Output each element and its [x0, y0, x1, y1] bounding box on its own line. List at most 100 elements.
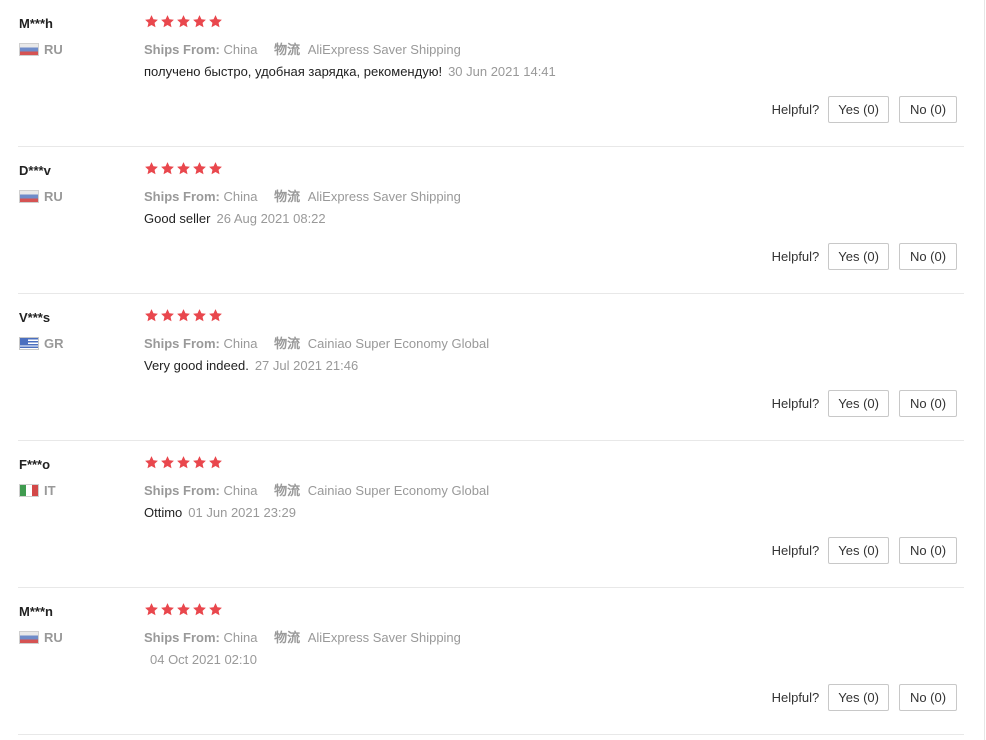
- logistics-label: 物流: [274, 189, 301, 204]
- review-feedback: 04 Oct 2021 02:10: [144, 652, 257, 667]
- review-text: Good seller: [144, 211, 211, 226]
- review-date: 01 Jun 2021 23:29: [188, 505, 297, 520]
- star-icon: [177, 162, 190, 175]
- shipping-info: Ships From: China 物流 AliExpress Saver Sh…: [144, 627, 461, 646]
- no-vote-button[interactable]: No (0): [899, 96, 957, 123]
- helpful-label: Helpful?: [771, 249, 820, 264]
- russia-flag-icon: [19, 42, 39, 56]
- ships-from-label: Ships From:: [144, 42, 220, 57]
- review-date: 30 Jun 2021 14:41: [448, 64, 556, 79]
- logistics-label: 物流: [274, 483, 301, 498]
- italy-flag-icon: [19, 483, 39, 497]
- review-item: F***o IT Ships From: China 物流 Cainiao Su…: [0, 441, 964, 588]
- review-feedback: Very good indeed. 27 Jul 2021 21:46: [144, 358, 358, 373]
- helpful-label: Helpful?: [771, 102, 820, 117]
- yes-vote-button[interactable]: Yes (0): [828, 537, 889, 564]
- star-icon: [209, 603, 222, 616]
- review-item: D***v RU Ships From: China 物流 AliExpress…: [0, 147, 964, 294]
- helpful-vote: Helpful? Yes (0) No (0): [772, 96, 957, 123]
- reviewer-country: GR: [19, 335, 64, 351]
- helpful-vote: Helpful? Yes (0) No (0): [772, 390, 957, 417]
- panel-right-border: [984, 0, 985, 740]
- ships-from-label: Ships From:: [144, 630, 220, 645]
- logistics-value: AliExpress Saver Shipping: [307, 42, 461, 57]
- yes-vote-button[interactable]: Yes (0): [828, 243, 889, 270]
- review-date: 26 Aug 2021 08:22: [216, 211, 326, 226]
- star-icon: [145, 309, 158, 322]
- star-icon: [193, 456, 206, 469]
- logistics-value: AliExpress Saver Shipping: [307, 189, 461, 204]
- no-vote-button[interactable]: No (0): [899, 537, 957, 564]
- star-icon: [145, 456, 158, 469]
- star-icon: [161, 309, 174, 322]
- ships-from-value: China: [223, 189, 258, 204]
- star-icon: [145, 603, 158, 616]
- russia-flag-icon: [19, 189, 39, 203]
- logistics-value: Cainiao Super Economy Global: [307, 483, 490, 498]
- country-code: IT: [44, 482, 56, 498]
- review-item: M***n RU Ships From: China 物流 AliExpress…: [0, 588, 964, 735]
- star-icon: [161, 15, 174, 28]
- logistics-value: AliExpress Saver Shipping: [307, 630, 461, 645]
- reviewer-name: V***s: [19, 310, 51, 325]
- country-code: RU: [44, 41, 63, 57]
- shipping-info: Ships From: China 物流 AliExpress Saver Sh…: [144, 186, 461, 205]
- shipping-info: Ships From: China 物流 AliExpress Saver Sh…: [144, 39, 461, 58]
- review-date: 27 Jul 2021 21:46: [254, 358, 359, 373]
- ships-from-value: China: [223, 630, 258, 645]
- ships-from-value: China: [223, 336, 258, 351]
- star-icon: [161, 162, 174, 175]
- helpful-vote: Helpful? Yes (0) No (0): [772, 684, 957, 711]
- star-rating: [144, 308, 223, 323]
- shipping-info: Ships From: China 物流 Cainiao Super Econo…: [144, 333, 489, 352]
- star-icon: [193, 15, 206, 28]
- country-code: RU: [44, 629, 63, 645]
- star-icon: [193, 603, 206, 616]
- ships-from-label: Ships From:: [144, 189, 220, 204]
- review-text: Ottimo: [144, 505, 183, 520]
- no-vote-button[interactable]: No (0): [899, 390, 957, 417]
- star-icon: [161, 603, 174, 616]
- review-feedback: Good seller 26 Aug 2021 08:22: [144, 211, 326, 226]
- review-feedback: Ottimo 01 Jun 2021 23:29: [144, 505, 296, 520]
- logistics-label: 物流: [274, 336, 301, 351]
- logistics-value: Cainiao Super Economy Global: [307, 336, 490, 351]
- logistics-label: 物流: [274, 42, 301, 57]
- reviewer-name: M***n: [19, 604, 53, 619]
- ships-from-value: China: [223, 42, 258, 57]
- star-icon: [193, 162, 206, 175]
- yes-vote-button[interactable]: Yes (0): [828, 684, 889, 711]
- star-icon: [145, 162, 158, 175]
- star-icon: [209, 162, 222, 175]
- star-icon: [177, 309, 190, 322]
- ships-from-label: Ships From:: [144, 483, 220, 498]
- reviewer-name: D***v: [19, 163, 51, 178]
- review-item: V***s GR Ships From: China 物流 Cainiao Su…: [0, 294, 964, 441]
- review-text: получено быстро, удобная зарядка, рекоме…: [144, 64, 443, 79]
- reviewer-country: IT: [19, 482, 56, 498]
- greece-flag-icon: [19, 336, 39, 350]
- star-icon: [145, 15, 158, 28]
- star-icon: [161, 456, 174, 469]
- helpful-vote: Helpful? Yes (0) No (0): [772, 243, 957, 270]
- review-item: M***h RU Ships From: China 物流 AliExpress…: [0, 0, 964, 147]
- russia-flag-icon: [19, 630, 39, 644]
- star-icon: [209, 309, 222, 322]
- star-rating: [144, 602, 223, 617]
- star-rating: [144, 14, 223, 29]
- star-icon: [209, 15, 222, 28]
- star-icon: [209, 456, 222, 469]
- reviewer-country: RU: [19, 629, 63, 645]
- yes-vote-button[interactable]: Yes (0): [828, 96, 889, 123]
- yes-vote-button[interactable]: Yes (0): [828, 390, 889, 417]
- review-date: 04 Oct 2021 02:10: [150, 652, 257, 667]
- helpful-label: Helpful?: [771, 690, 820, 705]
- ships-from-value: China: [223, 483, 258, 498]
- star-icon: [177, 456, 190, 469]
- logistics-label: 物流: [274, 630, 301, 645]
- review-text: Very good indeed.: [144, 358, 249, 373]
- no-vote-button[interactable]: No (0): [899, 684, 957, 711]
- star-rating: [144, 455, 223, 470]
- no-vote-button[interactable]: No (0): [899, 243, 957, 270]
- reviewer-country: RU: [19, 41, 63, 57]
